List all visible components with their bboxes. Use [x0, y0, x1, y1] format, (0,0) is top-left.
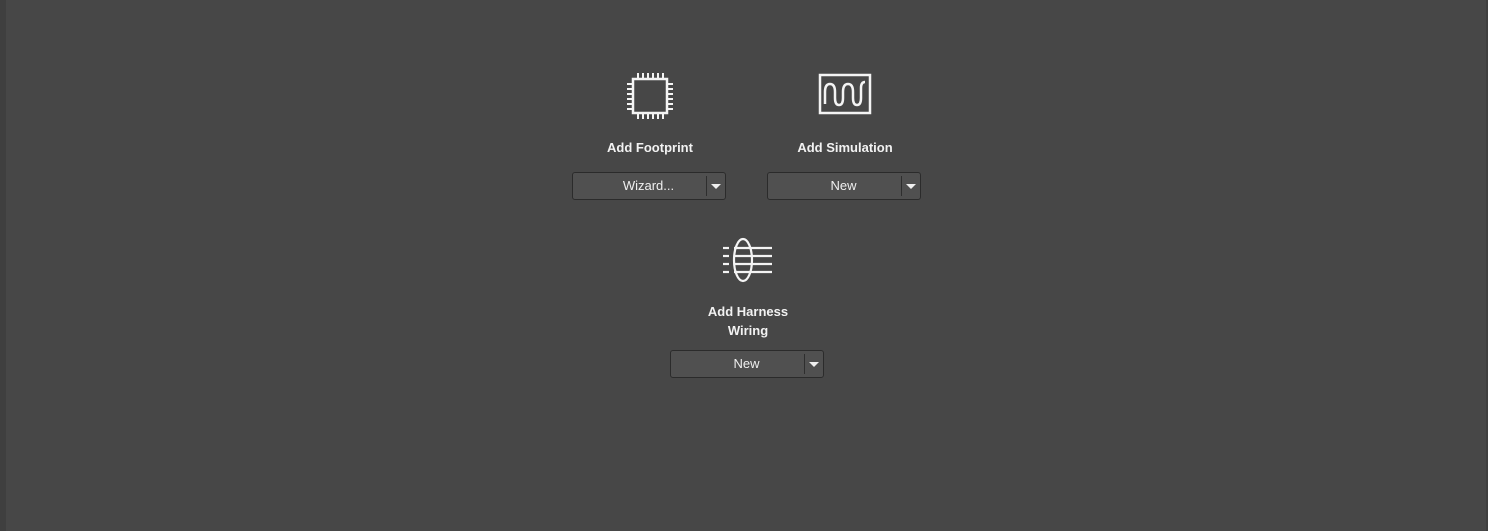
harness-wiring-new-split-button[interactable]: New — [670, 350, 824, 378]
left-border — [0, 0, 6, 531]
harness-wiring-new-button[interactable]: New — [671, 351, 804, 377]
footprint-wizard-split-button[interactable]: Wizard... — [572, 172, 726, 200]
add-footprint-title: Add Footprint — [607, 140, 693, 155]
add-simulation-card: Add Simulation New — [767, 66, 923, 202]
chevron-down-icon[interactable] — [902, 173, 920, 199]
panel-background: Add Footprint Wizard... Add Simulation N… — [0, 0, 1488, 531]
simulation-new-split-button[interactable]: New — [767, 172, 921, 200]
simulation-new-button[interactable]: New — [768, 173, 901, 199]
add-simulation-title: Add Simulation — [797, 140, 893, 155]
footprint-wizard-button[interactable]: Wizard... — [573, 173, 706, 199]
add-harness-wiring-card: Add Harness Wiring New — [670, 230, 826, 380]
add-footprint-card: Add Footprint Wizard... — [572, 66, 728, 202]
add-harness-wiring-title-line2: Wiring — [727, 323, 769, 338]
add-harness-wiring-title-line1: Add Harness — [707, 304, 789, 319]
add-harness-wiring-title: Add Harness Wiring — [670, 302, 826, 340]
chip-icon — [622, 68, 678, 124]
chevron-down-icon[interactable] — [707, 173, 725, 199]
waveform-icon — [817, 68, 873, 124]
harness-wiring-icon — [720, 232, 776, 288]
chevron-down-icon[interactable] — [805, 351, 823, 377]
